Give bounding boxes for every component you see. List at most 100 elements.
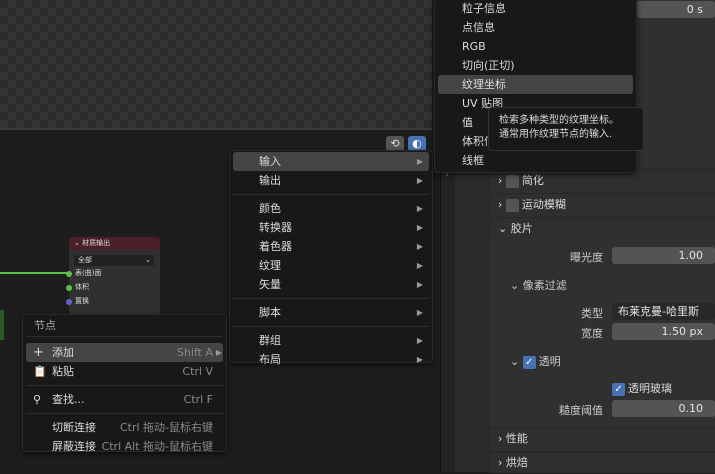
filter-width-field[interactable]: 1.50 px	[612, 323, 715, 340]
menu-item-add[interactable]: + 添加 Shift A ▶	[26, 343, 223, 362]
menu-item-cut-links[interactable]: 切断连接 Ctrl 拖动-鼠标右键	[26, 418, 223, 437]
shortcut-label: Ctrl 拖动-鼠标右键	[119, 421, 213, 434]
node-link	[0, 272, 72, 274]
menu-item-script[interactable]: 脚本 ▶	[233, 303, 429, 322]
image-viewport[interactable]	[0, 0, 432, 130]
menu-item-rgb[interactable]: RGB	[438, 37, 633, 56]
menu-item-label: 屏蔽连接	[52, 440, 96, 453]
transparent-checkbox[interactable]: ✓	[522, 355, 536, 369]
menu-separator	[233, 326, 429, 327]
menu-item-particle-info[interactable]: 粒子信息	[438, 0, 633, 18]
exposure-field[interactable]: 1.00	[612, 247, 715, 264]
menu-item-mute-links[interactable]: 屏蔽连接 Ctrl Alt 拖动-鼠标右键	[26, 437, 223, 456]
section-label: 简化	[521, 174, 544, 187]
menu-item-label: 值	[462, 116, 473, 129]
submenu-arrow-icon: ▶	[416, 336, 423, 345]
menu-item-label: 切向(正切)	[462, 59, 515, 72]
section-motion-blur[interactable]: › 运动模糊	[490, 193, 715, 215]
simplify-checkbox[interactable]	[505, 174, 519, 188]
menu-item-label: 纹理坐标	[462, 78, 506, 91]
section-bake[interactable]: › 烘焙	[490, 451, 715, 473]
menu-item-vector[interactable]: 矢量 ▶	[233, 275, 429, 294]
menu-item-label: 脚本	[259, 306, 281, 319]
submenu-arrow-icon: ▶	[416, 242, 423, 251]
search-icon: ⚲	[33, 393, 42, 406]
shortcut-label: Shift A	[176, 346, 213, 359]
section-film[interactable]: ⌄ 胶片	[490, 217, 715, 239]
shortcut-label: Ctrl V	[182, 365, 213, 378]
section-label: 性能	[505, 432, 528, 445]
menu-item-label: 添加	[52, 346, 74, 359]
menu-item-texture[interactable]: 纹理 ▶	[233, 256, 429, 275]
menu-item-shader[interactable]: 着色器 ▶	[233, 237, 429, 256]
menu-separator	[233, 298, 429, 299]
node-title: 材质输出	[82, 239, 111, 247]
menu-item-point-info[interactable]: 点信息	[438, 18, 633, 37]
menu-separator	[233, 194, 429, 195]
section-label: 胶片	[510, 222, 533, 235]
time-field[interactable]: 0 s	[637, 1, 715, 18]
roughness-label: 糙度阈值	[559, 404, 603, 417]
node-header[interactable]: ⌄ 材质输出	[69, 237, 160, 250]
section-performance[interactable]: › 性能	[490, 427, 715, 449]
menu-item-label: 线框	[462, 154, 484, 167]
menu-item-label: 着色器	[259, 240, 292, 253]
transparent-glass-checkbox[interactable]: ✓	[612, 382, 625, 396]
socket-surface[interactable]	[66, 271, 72, 277]
type-label: 类型	[581, 307, 603, 320]
socket-label: 置换	[75, 297, 89, 305]
width-label: 宽度	[581, 327, 603, 340]
tooltip-line: 通常用作纹理节点的输入.	[499, 129, 613, 140]
menu-item-label: 粘贴	[52, 365, 74, 378]
menu-item-label: 粒子信息	[462, 2, 506, 15]
menu-item-label: 切断连接	[52, 421, 96, 434]
submenu-arrow-icon: ▶	[416, 157, 423, 166]
submenu-arrow-icon: ▶	[416, 355, 423, 364]
menu-item-paste[interactable]: 📋 粘贴 Ctrl V	[26, 362, 223, 381]
add-menu: 输入 ▶ 输出 ▶ 颜色 ▶ 转换器 ▶ 着色器 ▶ 纹理 ▶ 矢量 ▶ 脚本 ▶ 群组 ▶ 布局…	[229, 150, 433, 366]
node-edge	[0, 310, 4, 340]
submenu-arrow-icon: ▶	[416, 223, 423, 232]
submenu-arrow-icon: ▶	[215, 348, 222, 357]
menu-item-label: 输入	[259, 155, 281, 168]
menu-title: 节点	[26, 315, 223, 337]
socket-displacement[interactable]	[66, 299, 72, 305]
menu-item-label: 纹理	[259, 259, 281, 272]
menu-item-input[interactable]: 输入 ▶	[233, 152, 429, 171]
checkbox-label: 透明玻璃	[628, 382, 672, 395]
menu-item-find[interactable]: ⚲ 查找... Ctrl F	[26, 390, 223, 409]
menu-item-label: 转换器	[259, 221, 292, 234]
submenu-arrow-icon: ▶	[416, 308, 423, 317]
menu-item-label: 矢量	[259, 278, 281, 291]
roughness-threshold-field[interactable]: 0.10	[612, 400, 715, 417]
menu-item-tangent[interactable]: 切向(正切)	[438, 56, 633, 75]
plus-icon: +	[33, 345, 44, 360]
shortcut-label: Ctrl Alt 拖动-鼠标右键	[101, 440, 213, 453]
socket-volume[interactable]	[66, 285, 72, 291]
section-label: 透明	[538, 355, 561, 368]
menu-separator	[26, 413, 223, 414]
submenu-arrow-icon: ▶	[416, 204, 423, 213]
section-label: 烘焙	[505, 456, 528, 469]
tooltip-line: 检索多种类型的纹理坐标。	[499, 115, 619, 126]
menu-item-output[interactable]: 输出 ▶	[233, 171, 429, 190]
menu-item-label: 颜色	[259, 202, 281, 215]
socket-label: 表(曲)面	[75, 269, 102, 277]
filter-type-dropdown[interactable]: 布莱克曼-哈里斯	[612, 303, 715, 320]
menu-item-texture-coordinate[interactable]: 纹理坐标	[438, 75, 633, 94]
menu-item-color[interactable]: 颜色 ▶	[233, 199, 429, 218]
menu-item-wireframe[interactable]: 线框	[438, 151, 633, 170]
tooltip: 检索多种类型的纹理坐标。 通常用作纹理节点的输入.	[488, 107, 644, 151]
pixel-filter-header[interactable]: ⌄ 像素过滤	[510, 277, 567, 293]
transparent-header[interactable]: ⌄ ✓ 透明	[510, 353, 561, 369]
menu-item-layout[interactable]: 布局 ▶	[233, 350, 429, 369]
section-label: 运动模糊	[521, 198, 566, 211]
submenu-arrow-icon: ▶	[416, 261, 423, 270]
transparent-glass-toggle[interactable]: ✓ 透明玻璃	[612, 380, 672, 396]
target-dropdown[interactable]: 全部 ⌄	[74, 255, 154, 266]
menu-item-label: 布局	[259, 353, 281, 366]
submenu-arrow-icon: ▶	[416, 280, 423, 289]
menu-item-group[interactable]: 群组 ▶	[233, 331, 429, 350]
motion-blur-checkbox[interactable]	[505, 198, 519, 212]
menu-item-converter[interactable]: 转换器 ▶	[233, 218, 429, 237]
